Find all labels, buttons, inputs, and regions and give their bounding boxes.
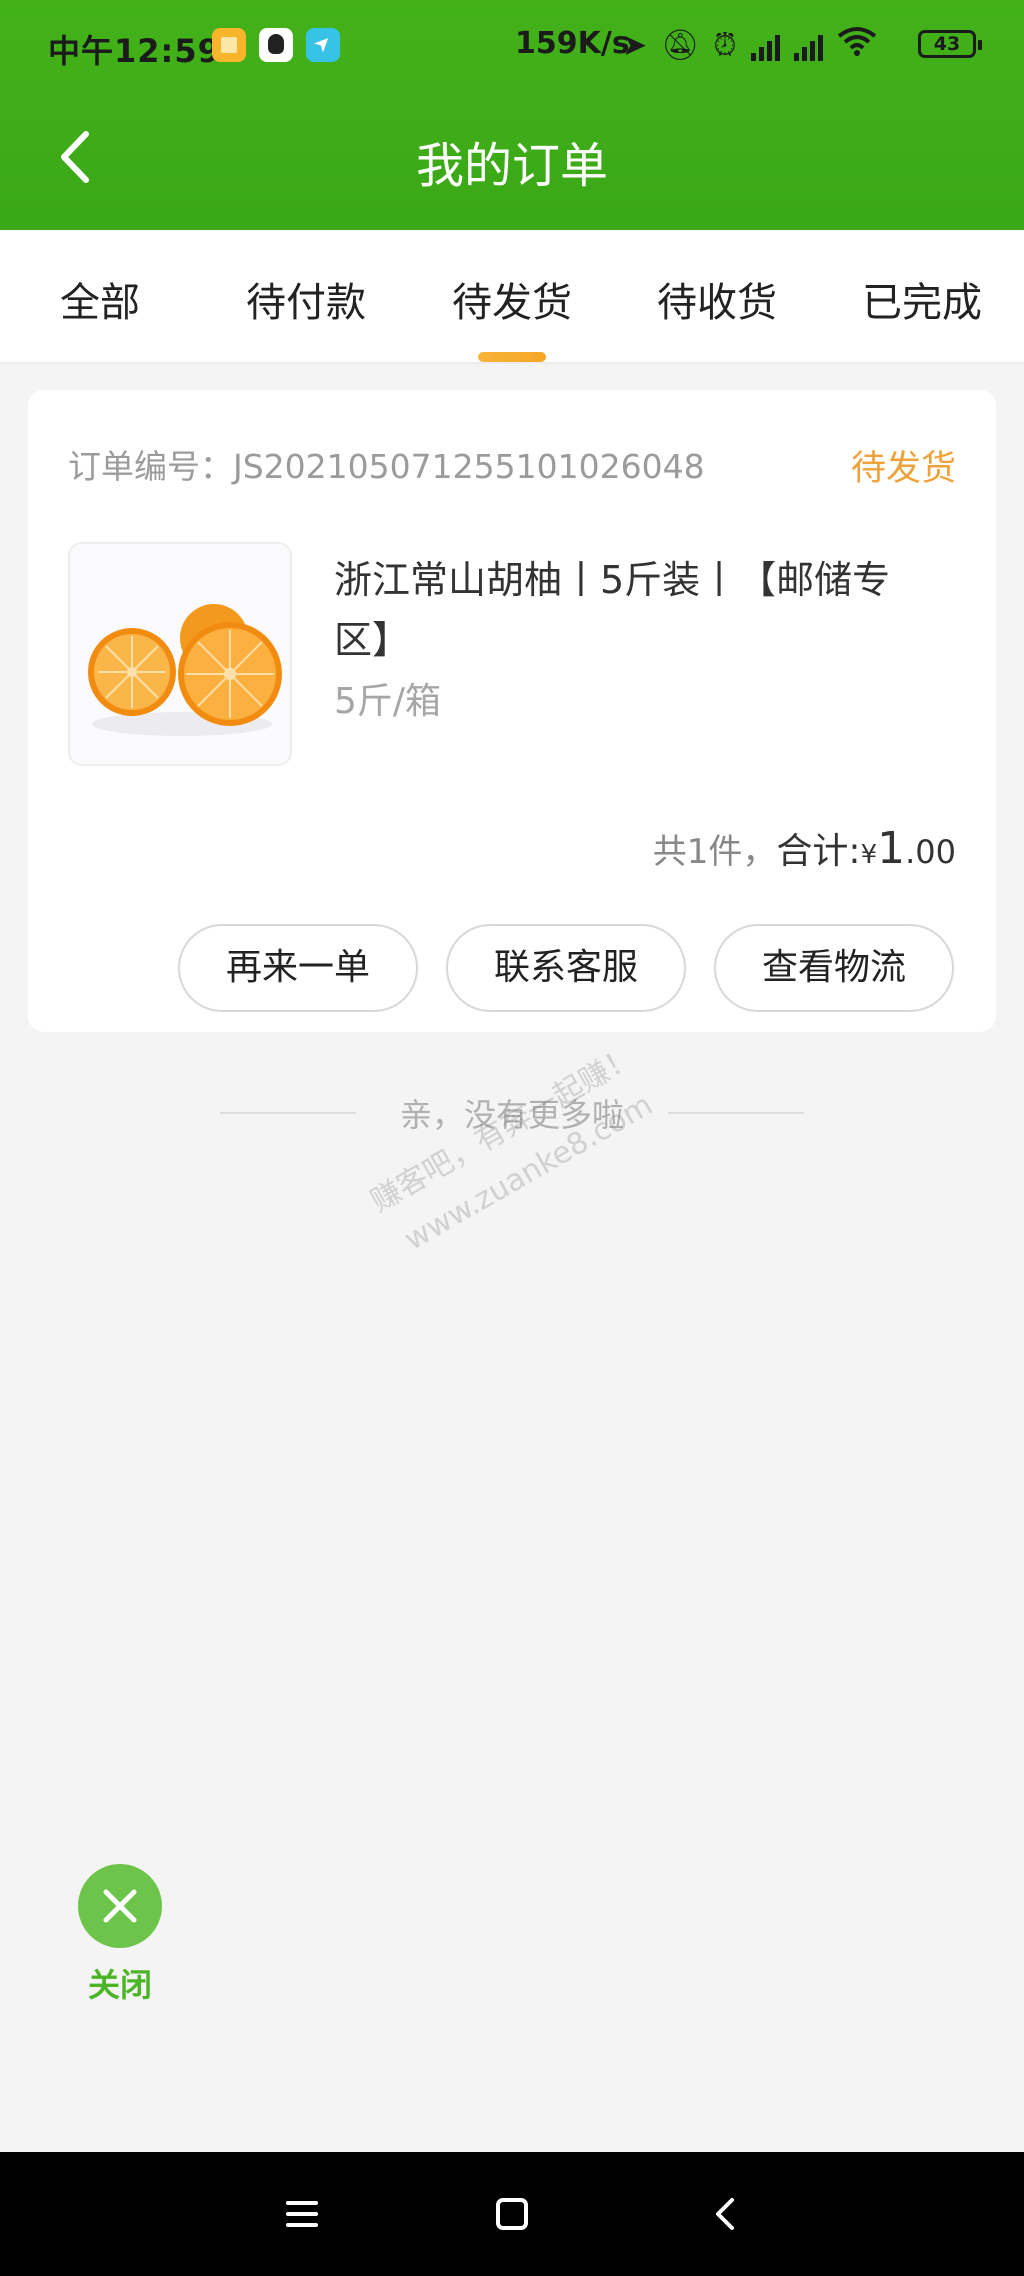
contact-support-button[interactable]: 联系客服 bbox=[446, 924, 686, 1012]
order-status-badge: 待发货 bbox=[850, 449, 956, 489]
tab-pending-shipment[interactable]: 待发货 bbox=[452, 270, 572, 328]
notes-app-icon bbox=[212, 28, 246, 62]
order-tabs: 全部 待付款 待发货 待收货 已完成 bbox=[0, 230, 1024, 364]
item-count: 共1件， bbox=[652, 832, 777, 872]
total-label: 合计: bbox=[776, 831, 861, 872]
price-decimal: .00 bbox=[905, 833, 956, 871]
location-arrow-icon: ➤ bbox=[622, 27, 648, 63]
close-button[interactable] bbox=[78, 1864, 162, 1948]
orange-fruit-image bbox=[88, 604, 282, 736]
qq-app-icon bbox=[259, 28, 293, 62]
reorder-button[interactable]: 再来一单 bbox=[178, 924, 418, 1012]
system-nav-bar bbox=[0, 2152, 1024, 2276]
tab-pending-payment[interactable]: 待付款 bbox=[246, 270, 366, 328]
status-icons: ➤ 🔕︎ ⏰︎ bbox=[622, 26, 877, 65]
watermark: 赚客吧，有奔一起赚！ www.zuanke8.com bbox=[354, 1010, 706, 1300]
product-spec: 5斤/箱 bbox=[334, 681, 442, 722]
order-number: 订单编号：JS20210507125510102604​8 bbox=[68, 447, 705, 486]
status-time: 中午12:59 bbox=[48, 32, 221, 70]
mute-bell-icon: 🔕︎ bbox=[661, 27, 700, 63]
currency-symbol: ¥ bbox=[860, 840, 878, 870]
chevron-left-icon bbox=[716, 2198, 734, 2230]
wifi-icon bbox=[837, 26, 877, 65]
signal-hd-2-icon bbox=[793, 31, 823, 61]
square-home-icon bbox=[496, 2198, 528, 2230]
active-tab-indicator bbox=[478, 352, 546, 362]
tab-all[interactable]: 全部 bbox=[60, 270, 140, 328]
signal-hd-1-icon bbox=[750, 31, 780, 61]
close-icon bbox=[103, 1889, 137, 1923]
nav-menu-button[interactable] bbox=[276, 2188, 328, 2240]
battery-icon: 43 bbox=[918, 30, 982, 58]
page-title: 我的订单 bbox=[415, 138, 608, 194]
top-bar: 中午12:59 159K/s ➤ 🔕︎ ⏰︎ 43 我的订单 bbox=[0, 0, 1024, 230]
nav-home-button[interactable] bbox=[486, 2188, 538, 2240]
status-bar: 中午12:59 159K/s ➤ 🔕︎ ⏰︎ 43 bbox=[0, 0, 1024, 92]
alarm-icon: ⏰︎ bbox=[713, 27, 737, 63]
network-speed: 159K/s bbox=[515, 26, 630, 61]
menu-icon bbox=[286, 2201, 318, 2227]
order-summary: 共1件，合计:¥1.00 bbox=[653, 822, 956, 874]
location-app-icon bbox=[306, 28, 340, 62]
view-logistics-button[interactable]: 查看物流 bbox=[714, 924, 954, 1012]
tab-completed[interactable]: 已完成 bbox=[862, 270, 982, 328]
close-label[interactable]: 关闭 bbox=[60, 1960, 180, 2006]
tab-pending-receipt[interactable]: 待收货 bbox=[657, 270, 777, 328]
nav-back-button[interactable] bbox=[700, 2188, 752, 2240]
header: 我的订单 bbox=[0, 92, 1024, 230]
product-image[interactable] bbox=[68, 542, 292, 766]
product-name[interactable]: 浙江常山胡柚丨5斤装丨【邮储专区】 bbox=[334, 550, 934, 670]
order-card[interactable]: 订单编号：JS20210507125510102604​8 待发货 bbox=[28, 390, 996, 1032]
price-integer: 1 bbox=[877, 823, 906, 874]
